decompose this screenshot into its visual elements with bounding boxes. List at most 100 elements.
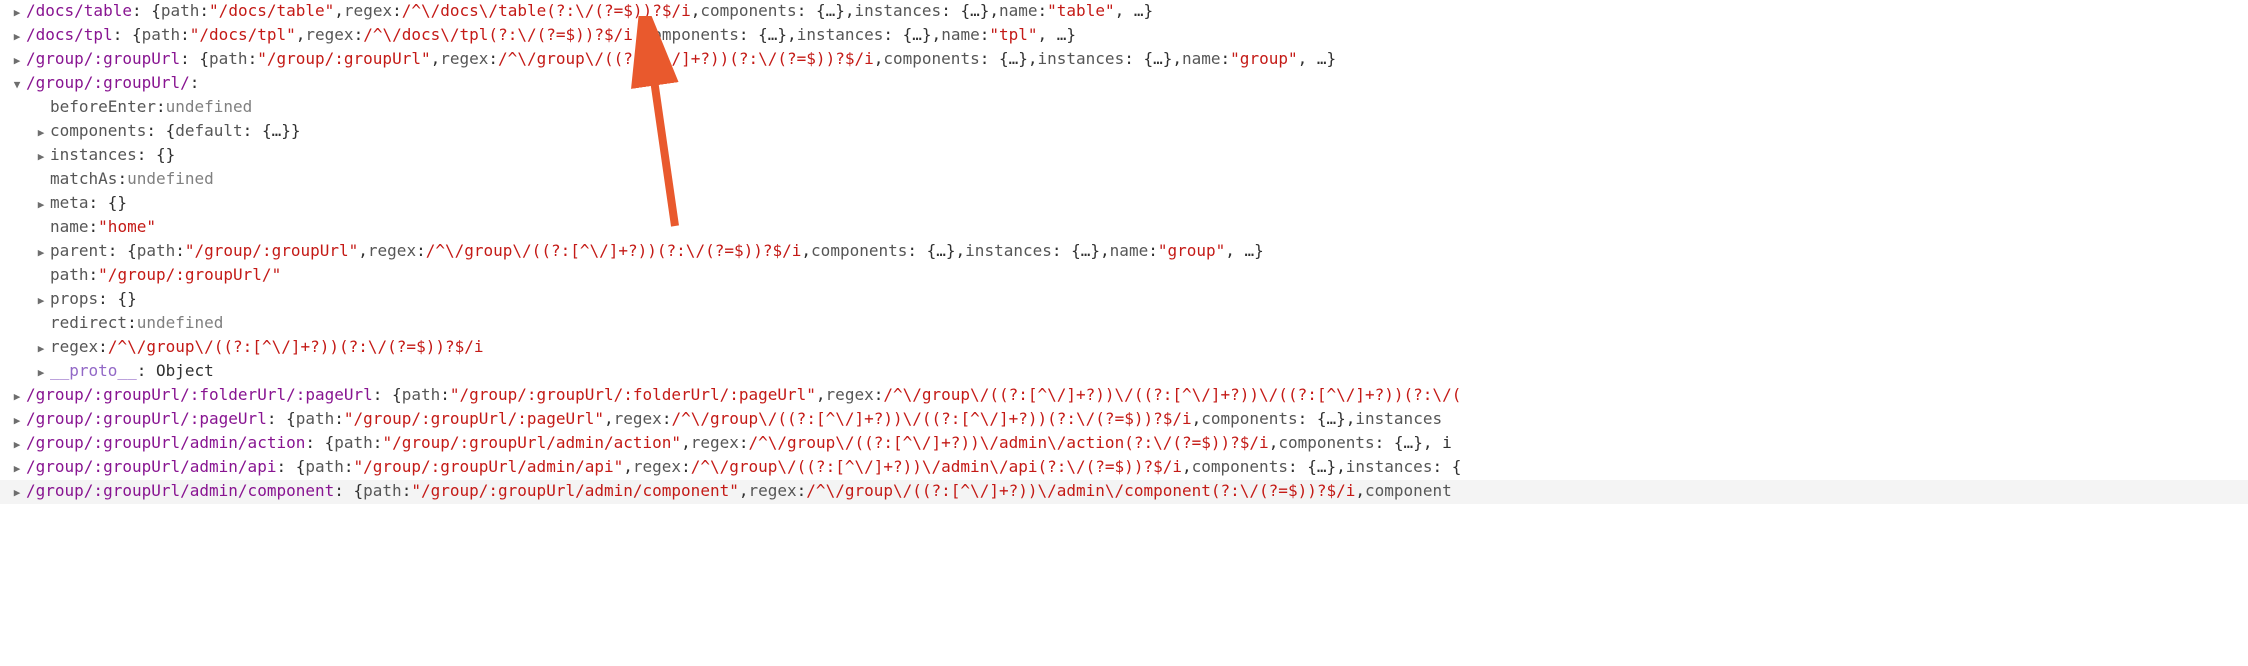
tree-row[interactable]: ▶/group/:groupUrl: {path: "/group/:group…: [0, 48, 2248, 72]
value-segment: :: [344, 456, 354, 478]
value-segment: :: [334, 408, 344, 430]
value-segment: :: [488, 48, 498, 70]
disclosure-triangle-closed-icon[interactable]: ▶: [34, 194, 48, 216]
value-segment: "/group/:groupUrl/admin/api": [354, 456, 624, 478]
value-segment: instances: [854, 0, 941, 22]
tree-row[interactable]: ▶redirect: undefined: [0, 312, 2248, 336]
disclosure-triangle-closed-icon[interactable]: ▶: [10, 410, 24, 432]
disclosure-triangle-closed-icon[interactable]: ▶: [10, 386, 24, 408]
value-segment: : {: [276, 456, 305, 478]
disclosure-triangle-closed-icon[interactable]: ▶: [34, 290, 48, 312]
value-segment: :: [1148, 240, 1158, 262]
value-segment: "/group/:groupUrl/:folderUrl/:pageUrl": [450, 384, 816, 406]
value-segment: ,: [739, 480, 749, 502]
tree-row[interactable]: ▶matchAs: undefined: [0, 168, 2248, 192]
tree-row[interactable]: ▶__proto__: Object: [0, 360, 2248, 384]
value-segment: components: [1201, 408, 1297, 430]
value-segment: : {: [146, 120, 175, 142]
disclosure-triangle-closed-icon[interactable]: ▶: [10, 26, 24, 48]
value-segment: : {: [1432, 456, 1461, 478]
value-segment: , …}: [1115, 0, 1154, 22]
value-segment: : {…}, i: [1375, 432, 1452, 454]
tree-row[interactable]: ▶regex: /^\/group\/((?:[^\/]+?))(?:\/(?=…: [0, 336, 2248, 360]
disclosure-triangle-closed-icon[interactable]: ▶: [34, 146, 48, 168]
disclosure-triangle-closed-icon[interactable]: ▶: [10, 482, 24, 504]
value-segment: :: [89, 216, 99, 238]
value-segment: , …}: [1298, 48, 1337, 70]
tree-row[interactable]: ▶/docs/table: {path: "/docs/table", rege…: [0, 0, 2248, 24]
disclosure-triangle-closed-icon[interactable]: ▶: [10, 50, 24, 72]
value-segment: /^\/docs\/table(?:\/(?=$))?$/i: [402, 0, 691, 22]
tree-row[interactable]: ▶/group/:groupUrl/admin/action: {path: "…: [0, 432, 2248, 456]
tree-row[interactable]: ▼/group/:groupUrl/:: [0, 72, 2248, 96]
value-segment: :: [392, 0, 402, 22]
disclosure-triangle-closed-icon[interactable]: ▶: [10, 434, 24, 456]
value-segment: components: [883, 48, 979, 70]
disclosure-triangle-open-icon[interactable]: ▼: [10, 74, 24, 96]
disclosure-triangle-closed-icon[interactable]: ▶: [34, 338, 48, 360]
tree-row[interactable]: ▶props: {}: [0, 288, 2248, 312]
value-segment: regex: [748, 480, 796, 502]
value-segment: :: [354, 24, 364, 46]
value-segment: :: [117, 168, 127, 190]
value-segment: ,: [1269, 432, 1279, 454]
value-segment: name: [1110, 240, 1149, 262]
value-segment: :: [416, 240, 426, 262]
value-segment: regex: [614, 408, 662, 430]
value-segment: "home": [98, 216, 156, 238]
value-segment: /^\/group\/((?:[^\/]+?))\/admin\/compone…: [806, 480, 1355, 502]
tree-row[interactable]: ▶beforeEnter: undefined: [0, 96, 2248, 120]
property-key: __proto__: [50, 360, 137, 382]
tree-row[interactable]: ▶/group/:groupUrl/admin/api: {path: "/gr…: [0, 456, 2248, 480]
value-segment: components: [643, 24, 739, 46]
value-segment: , …}: [1225, 240, 1264, 262]
value-segment: "/group/:groupUrl": [257, 48, 430, 70]
property-key: regex: [50, 336, 98, 358]
value-segment: :: [980, 24, 990, 46]
tree-row[interactable]: ▶/group/:groupUrl/:pageUrl: {path: "/gro…: [0, 408, 2248, 432]
value-segment: regex: [344, 0, 392, 22]
value-segment: path: [161, 0, 200, 22]
tree-row[interactable]: ▶/docs/tpl: {path: "/docs/tpl", regex: /…: [0, 24, 2248, 48]
value-segment: components: [1192, 456, 1288, 478]
value-segment: "tpl": [989, 24, 1037, 46]
tree-row[interactable]: ▶parent: {path: "/group/:groupUrl", rege…: [0, 240, 2248, 264]
value-segment: default: [175, 120, 242, 142]
value-segment: : Object: [137, 360, 214, 382]
value-segment: ,: [801, 240, 811, 262]
value-segment: : {…},: [1124, 48, 1182, 70]
tree-row[interactable]: ▶components: {default: {…}}: [0, 120, 2248, 144]
disclosure-triangle-closed-icon[interactable]: ▶: [34, 242, 48, 264]
value-segment: :: [681, 456, 691, 478]
value-segment: components: [811, 240, 907, 262]
value-segment: : {: [132, 0, 161, 22]
tree-row[interactable]: ▶meta: {}: [0, 192, 2248, 216]
tree-row[interactable]: ▶/group/:groupUrl/:folderUrl/:pageUrl: {…: [0, 384, 2248, 408]
tree-row[interactable]: ▶/group/:groupUrl/admin/component: {path…: [0, 480, 2248, 504]
value-segment: : {: [108, 240, 137, 262]
value-segment: : {: [334, 480, 363, 502]
property-key: /group/:groupUrl/admin/component: [26, 480, 334, 502]
value-segment: regex: [691, 432, 739, 454]
value-segment: path: [334, 432, 373, 454]
value-segment: ,: [296, 24, 306, 46]
disclosure-triangle-closed-icon[interactable]: ▶: [34, 362, 48, 384]
value-segment: "table": [1047, 0, 1114, 22]
property-key: beforeEnter: [50, 96, 156, 118]
disclosure-triangle-closed-icon[interactable]: ▶: [10, 458, 24, 480]
value-segment: ,: [623, 456, 633, 478]
value-segment: ,: [1182, 456, 1192, 478]
tree-row[interactable]: ▶name: "home": [0, 216, 2248, 240]
disclosure-triangle-closed-icon[interactable]: ▶: [34, 122, 48, 144]
tree-row[interactable]: ▶instances: {}: [0, 144, 2248, 168]
value-segment: name: [999, 0, 1038, 22]
tree-row[interactable]: ▶path: "/group/:groupUrl/": [0, 264, 2248, 288]
disclosure-triangle-closed-icon[interactable]: ▶: [10, 2, 24, 24]
value-segment: "/group/:groupUrl/admin/action": [382, 432, 681, 454]
value-segment: instances: [1346, 456, 1433, 478]
value-segment: /^\/group\/((?:[^\/]+?))(?:\/(?=$))?$/i: [108, 336, 484, 358]
value-segment: :: [248, 48, 258, 70]
value-segment: "/docs/table": [209, 0, 334, 22]
value-segment: : {…},: [883, 24, 941, 46]
value-segment: : {}: [98, 288, 137, 310]
